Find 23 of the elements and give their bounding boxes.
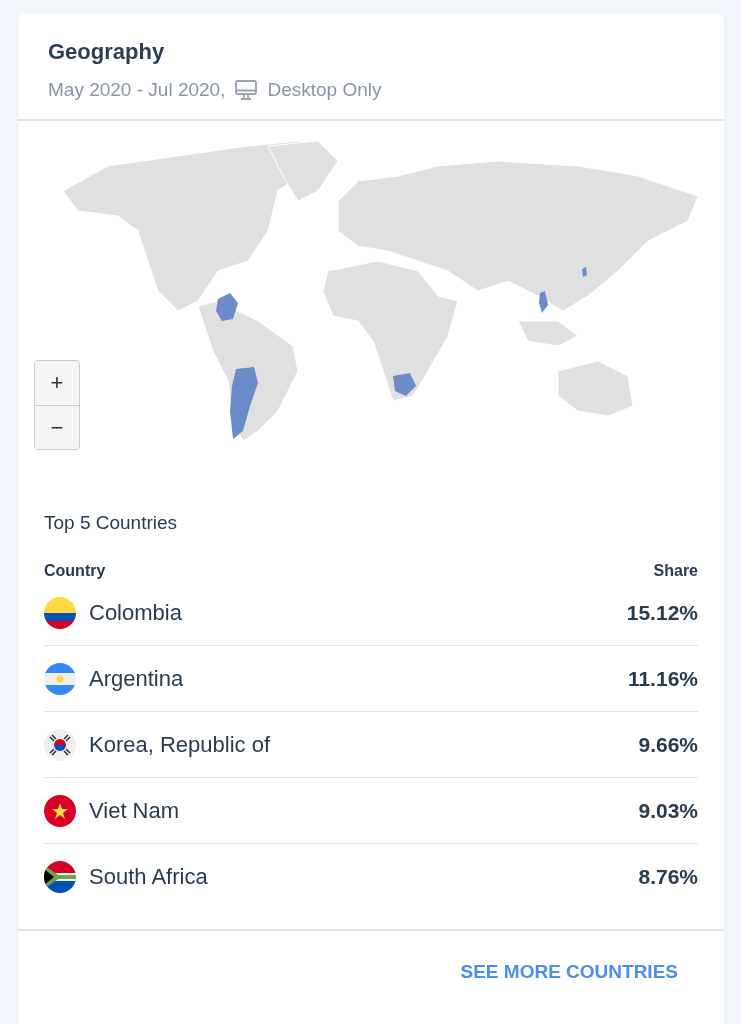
country-name: Korea, Republic of bbox=[89, 731, 271, 758]
country-name: Colombia bbox=[89, 599, 183, 626]
country-share: 9.66% bbox=[638, 732, 698, 757]
flag-icon bbox=[44, 596, 76, 629]
device-filter: Desktop Only bbox=[267, 79, 382, 101]
country-share: 11.16% bbox=[627, 666, 698, 691]
card-title: Geography bbox=[48, 39, 166, 65]
zoom-out-button[interactable]: − bbox=[35, 405, 79, 449]
date-range: May 2020 - Jul 2020, bbox=[48, 79, 226, 101]
country-name: Argentina bbox=[89, 665, 185, 692]
column-header: Share bbox=[653, 562, 698, 580]
flag-icon bbox=[44, 860, 76, 893]
country-name: Viet Nam bbox=[89, 797, 181, 824]
country-name: South Africa bbox=[89, 863, 209, 890]
column-header: Country bbox=[44, 562, 106, 580]
table-title: Top 5 Countries bbox=[44, 512, 179, 534]
flag-icon bbox=[44, 794, 76, 827]
country-share: 8.76% bbox=[638, 864, 698, 889]
country-share: 9.03% bbox=[638, 798, 698, 823]
country-share: 15.12% bbox=[626, 600, 698, 625]
flag-icon bbox=[44, 728, 76, 761]
monitor-icon bbox=[234, 79, 259, 101]
flag-icon bbox=[44, 662, 76, 695]
